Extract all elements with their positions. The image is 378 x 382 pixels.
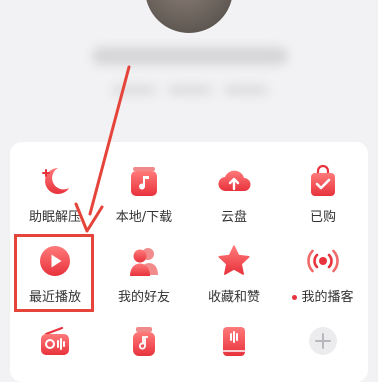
menu-item-music-jar[interactable] — [99, 324, 189, 358]
menu-item-book[interactable] — [189, 324, 279, 358]
profile-stat-blurred — [224, 85, 268, 95]
shopping-bag-icon — [311, 164, 335, 196]
broadcast-icon — [307, 249, 339, 273]
menu-label: 我的播客 — [301, 290, 354, 305]
star-icon — [218, 245, 250, 275]
menu-label: 已购 — [309, 210, 336, 225]
menu-item-my-podcast[interactable]: 我的播客 — [278, 244, 368, 305]
book-icon — [223, 327, 245, 356]
new-indicator-dot — [292, 295, 298, 300]
moon-icon — [42, 168, 69, 194]
menu-label: 云盘 — [220, 210, 247, 225]
menu-label: 本地/下载 — [115, 210, 173, 225]
music-jar-icon — [133, 327, 155, 356]
profile-stat-blurred — [112, 85, 156, 95]
profile-stat-blurred — [168, 85, 212, 95]
menu-item-sleep[interactable]: 助眠解压 — [10, 164, 100, 225]
menu-item-radio[interactable] — [10, 324, 100, 358]
profile-avatar[interactable] — [145, 0, 233, 33]
friends-icon — [130, 248, 158, 276]
menu-label: 助眠解压 — [28, 210, 81, 225]
menu-item-cloud[interactable]: 云盘 — [189, 164, 279, 225]
music-note-icon — [131, 167, 157, 196]
menu-label-with-dot: 我的播客 — [278, 286, 368, 305]
menu-item-local-download[interactable]: 本地/下载 — [99, 164, 189, 225]
cloud-upload-icon — [218, 170, 251, 192]
profile-name-blurred — [92, 47, 288, 65]
menu-item-purchased[interactable]: 已购 — [278, 164, 368, 225]
menu-label: 我的好友 — [117, 290, 170, 305]
add-icon — [309, 327, 337, 355]
menu-item-favorites[interactable]: 收藏和赞 — [189, 244, 279, 305]
menu-item-add[interactable] — [278, 324, 368, 358]
menu-item-friends[interactable]: 我的好友 — [99, 244, 189, 305]
menu-label: 收藏和赞 — [207, 290, 260, 305]
annotation-highlight-box — [14, 234, 94, 312]
radio-icon — [41, 326, 69, 355]
